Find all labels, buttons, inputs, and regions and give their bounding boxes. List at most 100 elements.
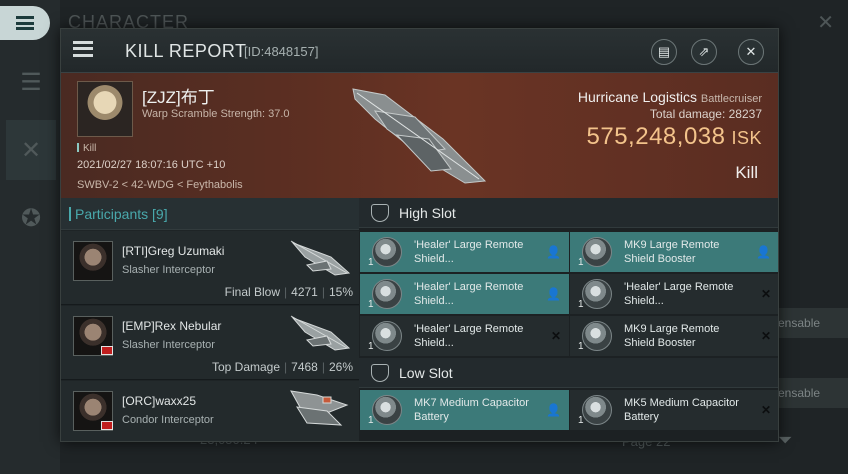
low-slot-label: Low Slot	[399, 365, 453, 381]
stat-separator: |	[321, 360, 325, 374]
module-quantity: 1	[368, 341, 374, 352]
isk-amount: 575,248,038	[586, 123, 726, 150]
participant-name: [EMP]Rex Nebular	[122, 319, 222, 333]
shield-slot-icon	[371, 204, 389, 222]
participant-stats: Top Damage | 7468 | 26%	[212, 360, 353, 374]
filter-icon[interactable]: ⏷	[778, 430, 792, 451]
module-name: MK7 Medium Capacitor Battery	[414, 397, 529, 423]
total-damage-value: 28237	[728, 107, 762, 121]
participant-ship-image	[290, 240, 351, 276]
victim-name[interactable]: [ZJZ]布丁	[142, 83, 215, 108]
participant-avatar[interactable]	[73, 241, 113, 281]
participant-row[interactable]: [ORC]waxx25 Condor Interceptor	[61, 381, 359, 441]
module-icon	[372, 279, 402, 309]
module-quantity: 1	[368, 415, 374, 426]
module-icon	[582, 321, 612, 351]
participant-row[interactable]: [EMP]Rex Nebular Slasher Interceptor Top…	[61, 306, 359, 380]
victim-summary: [ZJZ]布丁 Warp Scramble Strength: 37.0 Kil…	[61, 73, 778, 198]
module-name: MK9 Large Remote Shield Booster	[624, 323, 720, 349]
person-icon: 👤	[546, 403, 561, 417]
module-icon	[372, 395, 402, 425]
module-quantity: 1	[578, 299, 584, 310]
share-icon[interactable]: ⇗	[691, 39, 717, 65]
swords-icon[interactable]: ✕	[6, 120, 56, 180]
module-quantity: 1	[578, 257, 584, 268]
victim-ship-image[interactable]	[345, 75, 495, 193]
report-id[interactable]: [ID:4848157]	[244, 44, 318, 59]
participant-ship: Slasher Interceptor	[122, 339, 215, 351]
close-icon[interactable]: ✕	[738, 39, 764, 65]
participant-name: [ORC]waxx25	[122, 394, 197, 408]
x-icon: ✕	[550, 329, 561, 343]
module-item[interactable]: 1 MK5 Medium Capacitor Battery ✕	[570, 390, 778, 430]
stat-separator: |	[321, 285, 325, 299]
participant-role: Top Damage	[211, 360, 281, 374]
module-quantity: 1	[368, 299, 374, 310]
high-slot-label: High Slot	[399, 205, 456, 221]
result-label: Kill	[735, 163, 758, 182]
kill-datetime: 2021/02/27 18:07:16 UTC +10	[77, 159, 226, 171]
person-icon: 👤	[756, 245, 771, 259]
module-item[interactable]: 1 MK9 Large Remote Shield Booster 👤	[570, 232, 778, 272]
victim-subtitle: Warp Scramble Strength: 37.0	[142, 108, 290, 120]
participant-percent: 15%	[328, 285, 353, 299]
victim-ship-name: Hurricane Logistics	[577, 89, 697, 105]
clipboard-icon[interactable]: ▤	[651, 39, 677, 65]
module-quantity: 1	[578, 415, 584, 426]
participant-ship: Slasher Interceptor	[122, 264, 215, 276]
participants-panel: Participants [9] [RTI]Greg Uzumaki Slash…	[61, 198, 359, 441]
high-slot-header: High Slot	[359, 198, 778, 228]
module-quantity: 1	[578, 341, 584, 352]
person-icon: 👤	[546, 287, 561, 301]
isk-value: 575,248,038 ISK	[587, 123, 762, 151]
module-item[interactable]: 1 'Healer' Large Remote Shield... 👤	[360, 232, 569, 272]
module-name: 'Healer' Large Remote Shield...	[624, 281, 734, 307]
victim-ship-class: Battlecruiser	[700, 93, 762, 105]
kill-location[interactable]: SWBV-2 < 42-WDG < Feythabolis	[77, 179, 243, 191]
module-item[interactable]: 1 'Healer' Large Remote Shield... 👤	[360, 274, 569, 314]
dialog-title: KILL REPORT	[125, 41, 247, 61]
module-icon	[372, 237, 402, 267]
background-button-1[interactable]: ensable	[772, 308, 848, 338]
dialog-menu-icon[interactable]	[73, 41, 93, 57]
hamburger-icon	[16, 16, 34, 30]
total-damage: Total damage: 28237	[650, 107, 762, 121]
dialog-header: KILL REPORT [ID:4848157] ▤ ⇗ ✕	[61, 29, 778, 73]
star-badge-icon[interactable]: ✪	[6, 188, 56, 248]
participant-role: Final Blow	[224, 285, 281, 299]
module-item[interactable]: 1 'Healer' Large Remote Shield... ✕	[570, 274, 778, 314]
module-name: 'Healer' Large Remote Shield...	[414, 323, 524, 349]
module-icon	[582, 237, 612, 267]
shield-slot-icon	[371, 364, 389, 382]
stat-separator: |	[284, 360, 288, 374]
total-damage-label: Total damage:	[649, 107, 726, 121]
module-item[interactable]: 1 MK7 Medium Capacitor Battery 👤	[360, 390, 569, 430]
module-name: MK9 Large Remote Shield Booster	[624, 239, 720, 265]
standing-badge	[101, 421, 113, 430]
participant-ship-image	[290, 390, 349, 426]
module-quantity: 1	[368, 257, 374, 268]
participant-ship-image	[290, 315, 351, 351]
module-item[interactable]: 1 'Healer' Large Remote Shield... ✕	[360, 316, 569, 356]
module-name: 'Healer' Large Remote Shield...	[414, 281, 524, 307]
participants-label: Participants [9]	[69, 206, 168, 222]
background-button-2[interactable]: ensable	[772, 378, 848, 408]
x-icon: ✕	[760, 403, 771, 417]
fitting-panel: High Slot 1 'Healer' Large Remote Shield…	[359, 198, 778, 441]
participants-header[interactable]: Participants [9]	[61, 198, 359, 230]
participant-row[interactable]: [RTI]Greg Uzumaki Slasher Interceptor Fi…	[61, 231, 359, 305]
kill-report-dialog: KILL REPORT [ID:4848157] ▤ ⇗ ✕ [ZJZ]布丁 W…	[60, 28, 779, 442]
module-name: 'Healer' Large Remote Shield...	[414, 239, 524, 265]
main-menu-button[interactable]	[0, 6, 50, 40]
victim-ship[interactable]: Hurricane Logistics Battlecruiser	[578, 89, 762, 105]
list-icon[interactable]: ☰	[6, 52, 56, 112]
participant-percent: 26%	[328, 360, 353, 374]
low-slot-header: Low Slot	[359, 358, 778, 388]
participant-name: [RTI]Greg Uzumaki	[122, 244, 225, 258]
participants-count: [9]	[152, 206, 168, 222]
x-icon: ✕	[760, 287, 771, 301]
background-close-icon[interactable]: ✕	[817, 10, 834, 35]
module-item[interactable]: 1 MK9 Large Remote Shield Booster ✕	[570, 316, 778, 356]
victim-portrait[interactable]	[77, 81, 133, 137]
module-name: MK5 Medium Capacitor Battery	[624, 397, 739, 423]
